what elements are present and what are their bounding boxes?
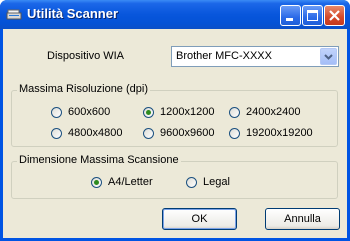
maximize-icon [307, 10, 318, 21]
radio-button-icon [51, 127, 62, 139]
dialog-window: Utilità Scanner Dispositivo WIA Brother … [0, 0, 350, 241]
size-group-title: Dimensione Massima Scansione [17, 154, 181, 166]
radio-2400x2400[interactable]: 2400x2400 [229, 106, 300, 118]
radio-legal[interactable]: Legal [186, 176, 230, 188]
maximize-button[interactable] [302, 5, 323, 26]
scanner-app-icon [6, 9, 22, 20]
dialog-body: Dispositivo WIA Brother MFC-XXXX Massima… [3, 29, 347, 238]
dropdown-arrow-button[interactable] [320, 48, 337, 65]
radio-label: 2400x2400 [246, 106, 301, 118]
radio-button-selected-icon [143, 106, 154, 118]
radio-button-selected-icon [91, 176, 102, 188]
size-group: Dimensione Massima Scansione A4/Letter L… [11, 154, 338, 199]
cancel-button[interactable]: Annulla [265, 208, 340, 230]
radio-a4-letter[interactable]: A4/Letter [91, 176, 153, 188]
ok-button[interactable]: OK [162, 208, 237, 230]
radio-4800x4800[interactable]: 4800x4800 [51, 127, 122, 139]
radio-button-icon [51, 106, 62, 118]
device-label: Dispositivo WIA [47, 50, 125, 62]
radio-button-icon [229, 106, 240, 118]
close-icon [329, 10, 340, 21]
window-title: Utilità Scanner [27, 6, 119, 21]
radio-label: 1200x1200 [160, 106, 215, 118]
radio-button-icon [229, 127, 240, 139]
radio-label: 600x600 [68, 106, 111, 118]
close-button[interactable] [324, 5, 345, 26]
radio-label: 9600x9600 [160, 127, 215, 139]
minimize-button[interactable] [280, 5, 301, 26]
radio-600x600[interactable]: 600x600 [51, 106, 110, 118]
radio-1200x1200[interactable]: 1200x1200 [143, 106, 214, 118]
radio-label: A4/Letter [108, 176, 153, 188]
radio-19200x19200[interactable]: 19200x19200 [229, 127, 313, 139]
resolution-group: Massima Risoluzione (dpi) 600x600 1200x1… [11, 83, 338, 147]
radio-label: Legal [203, 176, 230, 188]
device-select[interactable]: Brother MFC-XXXX [171, 46, 339, 67]
radio-label: 19200x19200 [246, 127, 313, 139]
radio-9600x9600[interactable]: 9600x9600 [143, 127, 214, 139]
radio-button-icon [186, 176, 197, 188]
minimize-icon [286, 18, 293, 21]
radio-label: 4800x4800 [68, 127, 123, 139]
device-select-value: Brother MFC-XXXX [176, 50, 272, 62]
radio-button-icon [143, 127, 154, 139]
resolution-group-title: Massima Risoluzione (dpi) [17, 83, 150, 95]
title-bar[interactable]: Utilità Scanner [0, 0, 350, 29]
chevron-down-icon [324, 54, 333, 60]
